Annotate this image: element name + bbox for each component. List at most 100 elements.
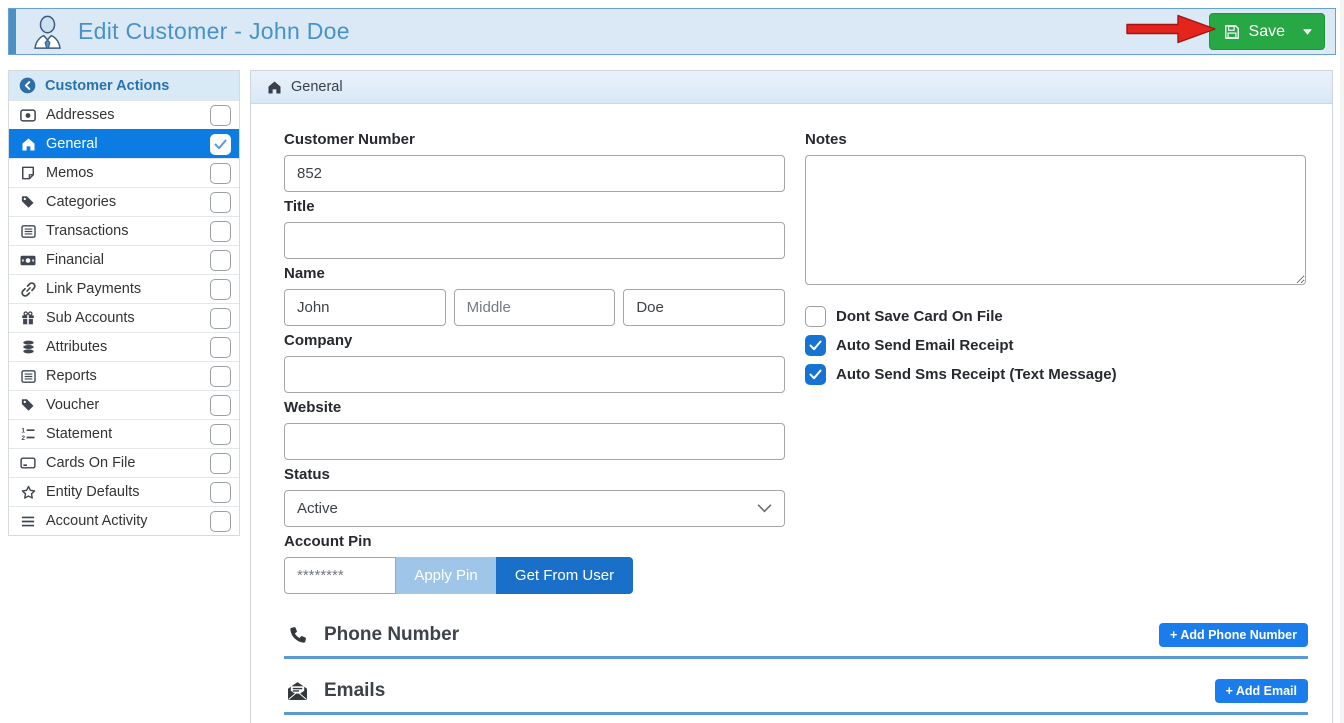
status-label: Status: [284, 466, 785, 484]
general-panel: General Customer Number Title Name: [250, 70, 1333, 723]
sidebar-item-entity-defaults[interactable]: Entity Defaults: [9, 477, 239, 506]
sidebar-item-categories[interactable]: Categories: [9, 187, 239, 216]
arrow-circle-left-icon[interactable]: [19, 77, 36, 94]
svg-text:1: 1: [21, 427, 25, 434]
add-email-button[interactable]: + Add Email: [1215, 679, 1308, 703]
sidebar-item-memos[interactable]: Memos: [9, 158, 239, 187]
checkbox[interactable]: [805, 335, 826, 356]
apply-pin-button[interactable]: Apply Pin: [396, 557, 496, 594]
star-icon: [19, 485, 37, 500]
home-icon: [19, 137, 37, 152]
sidebar-item-label: Addresses: [46, 107, 115, 123]
sidebar-item-checkbox[interactable]: [210, 453, 231, 474]
account-pin-label: Account Pin: [284, 533, 785, 551]
phone-icon: [284, 625, 310, 646]
sidebar-item-sub-accounts[interactable]: Sub Accounts: [9, 303, 239, 332]
checkbox-label: Auto Send Email Receipt: [836, 337, 1014, 354]
notes-textarea[interactable]: [805, 155, 1306, 285]
customer-number-input[interactable]: [284, 155, 785, 192]
first-name-input[interactable]: [284, 289, 446, 326]
sidebar-header: Customer Actions: [9, 71, 239, 100]
sidebar-item-checkbox[interactable]: [210, 482, 231, 503]
list-icon: [19, 225, 37, 238]
last-name-input[interactable]: [623, 289, 785, 326]
sidebar-item-cards-on-file[interactable]: Cards On File: [9, 448, 239, 477]
sidebar-item-addresses[interactable]: Addresses: [9, 100, 239, 129]
save-dropdown-toggle[interactable]: [1295, 14, 1324, 49]
sidebar-item-checkbox[interactable]: [210, 308, 231, 329]
ordered-list-icon: 12: [19, 427, 37, 441]
page-title: Edit Customer - John Doe: [78, 18, 350, 45]
sidebar-item-checkbox[interactable]: [210, 424, 231, 445]
website-input[interactable]: [284, 423, 785, 460]
sidebar-item-checkbox[interactable]: [210, 337, 231, 358]
checkbox-row-dont-save-card-on-file[interactable]: Dont Save Card On File: [805, 302, 1306, 331]
credit-card-icon: [19, 457, 37, 469]
edit-customer-page: Edit Customer - John Doe Save: [0, 0, 1344, 723]
sidebar-item-checkbox[interactable]: [210, 366, 231, 387]
sidebar-item-attributes[interactable]: Attributes: [9, 332, 239, 361]
sidebar-item-checkbox[interactable]: [210, 279, 231, 300]
page-header: Edit Customer - John Doe Save: [8, 8, 1336, 55]
customer-number-label: Customer Number: [284, 131, 785, 149]
sidebar-item-financial[interactable]: Financial: [9, 245, 239, 274]
name-label: Name: [284, 265, 785, 283]
status-selected-value: Active: [297, 500, 338, 517]
sidebar-item-checkbox[interactable]: [210, 134, 231, 155]
company-input[interactable]: [284, 356, 785, 393]
emails-section: Emails + Add Email: [284, 674, 1308, 715]
sidebar-item-label: Statement: [46, 426, 112, 442]
checkbox-label: Dont Save Card On File: [836, 308, 1003, 325]
save-button[interactable]: Save: [1210, 23, 1295, 41]
sidebar-item-label: Transactions: [46, 223, 128, 239]
sidebar-item-checkbox[interactable]: [210, 105, 231, 126]
customer-actions-sidebar: Customer Actions Addresses General Memos…: [8, 70, 240, 536]
phone-section-title: Phone Number: [324, 624, 459, 646]
website-label: Website: [284, 399, 785, 417]
panel-header-label: General: [291, 79, 343, 95]
general-form: Customer Number Title Name: [251, 104, 1332, 715]
account-pin-input[interactable]: [284, 557, 396, 594]
sidebar-item-link-payments[interactable]: Link Payments: [9, 274, 239, 303]
emails-section-title: Emails: [324, 680, 385, 702]
customer-avatar-icon: [29, 13, 66, 50]
checkbox[interactable]: [805, 306, 826, 327]
tag-icon: [19, 195, 37, 209]
add-phone-number-button[interactable]: + Add Phone Number: [1159, 623, 1308, 647]
title-label: Title: [284, 198, 785, 216]
sidebar-item-reports[interactable]: Reports: [9, 361, 239, 390]
sidebar-item-label: Categories: [46, 194, 116, 210]
sidebar-item-checkbox[interactable]: [210, 163, 231, 184]
sidebar-item-voucher[interactable]: Voucher: [9, 390, 239, 419]
title-input[interactable]: [284, 222, 785, 259]
sidebar-item-label: Cards On File: [46, 455, 135, 471]
caret-down-icon: [1303, 29, 1312, 35]
get-from-user-button[interactable]: Get From User: [496, 557, 633, 594]
sidebar-item-label: Entity Defaults: [46, 484, 140, 500]
sidebar-item-statement[interactable]: 12 Statement: [9, 419, 239, 448]
company-label: Company: [284, 332, 785, 350]
floppy-disk-icon: [1224, 24, 1240, 40]
checkbox-row-auto-send-sms-receipt-text-message[interactable]: Auto Send Sms Receipt (Text Message): [805, 360, 1306, 389]
sidebar-item-general[interactable]: General: [9, 129, 239, 158]
sidebar-item-label: General: [46, 136, 98, 152]
sidebar-item-checkbox[interactable]: [210, 250, 231, 271]
checkbox-row-auto-send-email-receipt[interactable]: Auto Send Email Receipt: [805, 331, 1306, 360]
save-button-label: Save: [1249, 23, 1285, 41]
sidebar-header-label: Customer Actions: [45, 78, 169, 94]
sidebar-item-label: Reports: [46, 368, 97, 384]
memo-icon: [19, 166, 37, 180]
sidebar-item-label: Financial: [46, 252, 104, 268]
home-icon: [267, 80, 282, 95]
sidebar-item-label: Sub Accounts: [46, 310, 135, 326]
sidebar-item-checkbox[interactable]: [210, 395, 231, 416]
sidebar-item-label: Memos: [46, 165, 94, 181]
sidebar-item-checkbox[interactable]: [210, 192, 231, 213]
sidebar-item-checkbox[interactable]: [210, 511, 231, 532]
sidebar-item-account-activity[interactable]: Account Activity: [9, 506, 239, 535]
sidebar-item-checkbox[interactable]: [210, 221, 231, 242]
status-select[interactable]: Active: [284, 490, 785, 527]
middle-name-input[interactable]: [454, 289, 616, 326]
sidebar-item-transactions[interactable]: Transactions: [9, 216, 239, 245]
checkbox[interactable]: [805, 364, 826, 385]
